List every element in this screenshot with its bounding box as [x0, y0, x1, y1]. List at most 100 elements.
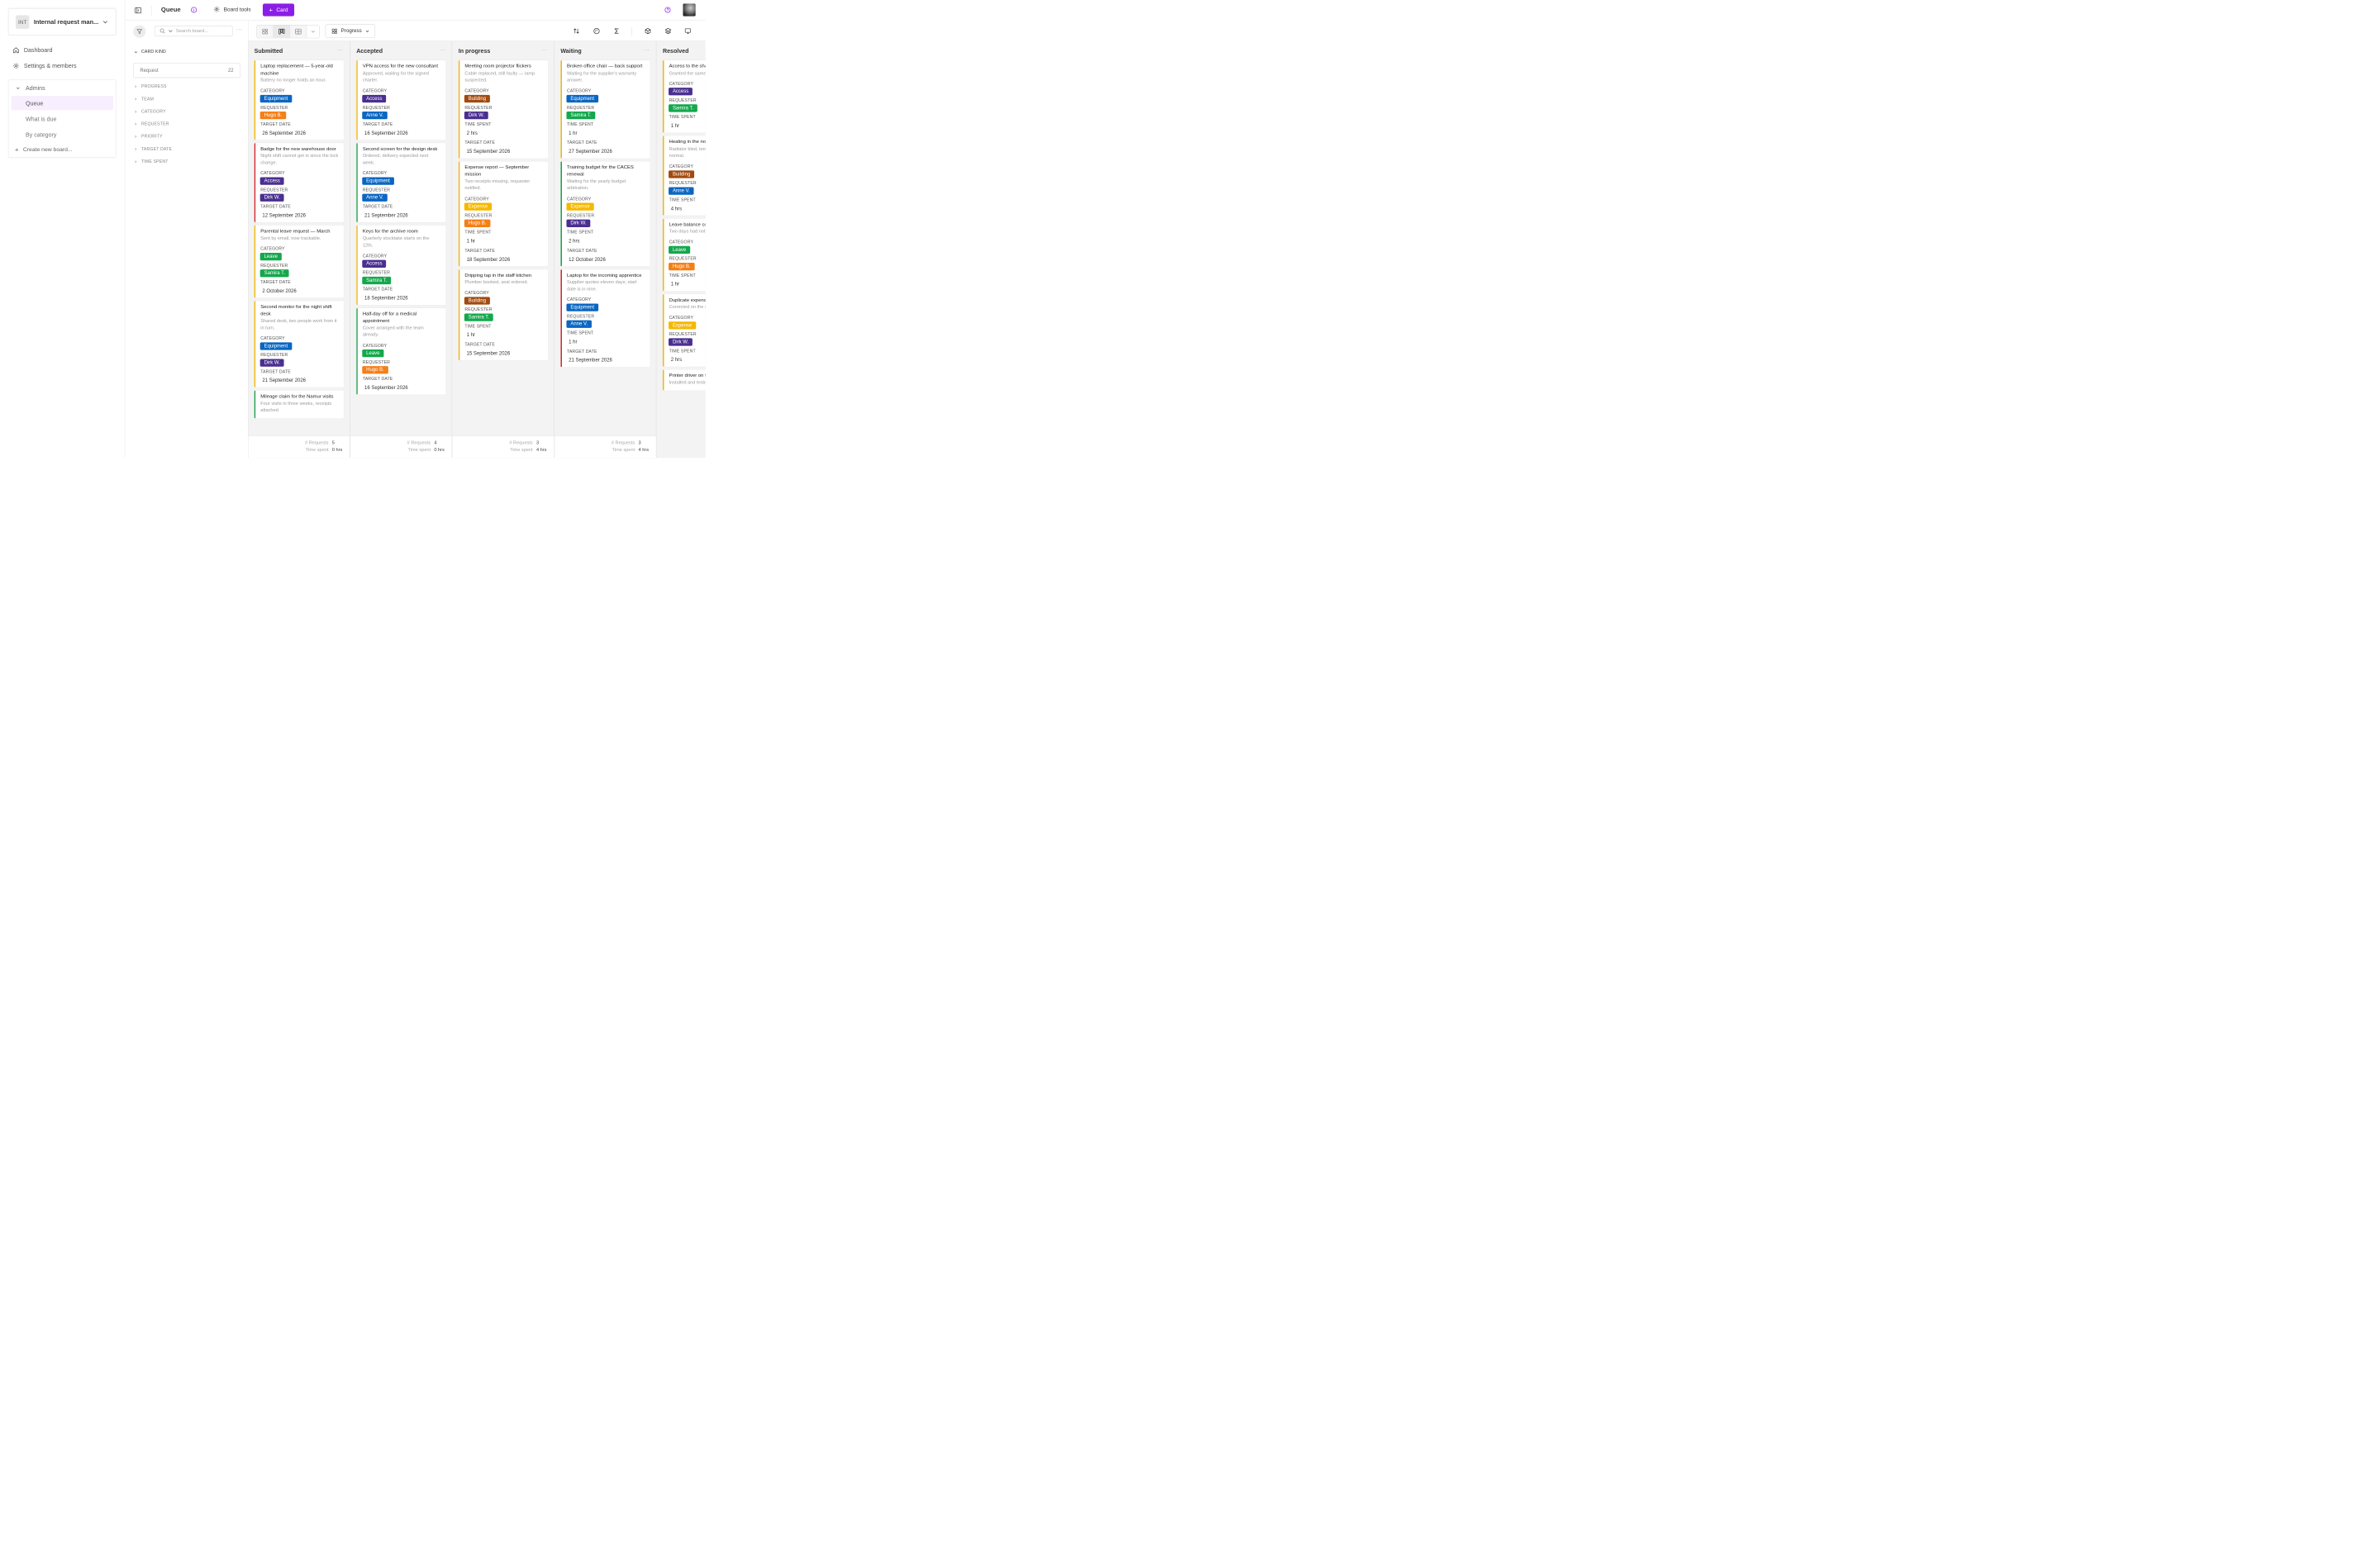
sidebar-item-queue[interactable]: Queue — [11, 95, 114, 111]
search-input[interactable] — [175, 28, 226, 34]
avatar[interactable] — [683, 3, 696, 17]
sum-icon[interactable] — [613, 27, 621, 35]
request-card[interactable]: Expense report — September mission Two re… — [458, 161, 549, 267]
card-description: Two receipts missing, requester notified… — [464, 178, 531, 191]
chevron-down-icon[interactable] — [168, 28, 174, 34]
request-card[interactable]: Broken office chair — back support Waitin… — [560, 59, 650, 159]
filter-group-target-date[interactable]: TARGET DATE — [134, 146, 172, 151]
request-card[interactable]: Half-day off for a medical appointment Co… — [356, 307, 446, 395]
more-options-icon[interactable]: ··· — [236, 27, 243, 33]
field-label-time-spent: TIME SPENT — [669, 273, 696, 278]
column-menu-icon[interactable]: ··· — [440, 48, 445, 53]
field-label-requester: REQUESTER — [669, 331, 697, 337]
chevron-right-icon — [135, 135, 137, 138]
summary-label: Time spent — [407, 447, 431, 453]
column-menu-icon[interactable]: ··· — [542, 48, 548, 53]
request-card[interactable]: Parental leave request — March Sent by em… — [254, 225, 344, 298]
request-card[interactable]: Second screen for the design desk Ordered… — [356, 142, 446, 222]
request-card[interactable]: VPN access for the new consultant Approve… — [356, 59, 446, 140]
card-title: Keys for the archive room — [362, 228, 418, 235]
requester-tag: Dirk W. — [566, 219, 591, 227]
kanban-view-button[interactable] — [274, 25, 291, 38]
filter-group-team[interactable]: TEAM — [134, 97, 154, 102]
layers-icon[interactable] — [664, 27, 672, 35]
request-card[interactable]: Training budget for the CACES renewal Wai… — [560, 161, 650, 267]
info-icon[interactable] — [191, 7, 198, 13]
request-card[interactable]: Printer driver on the PCs Installed and t… — [662, 369, 706, 391]
card-description: Waiting for the yearly budget arbitratio… — [566, 178, 626, 191]
field-label-target-date: TARGET DATE — [464, 140, 495, 145]
request-card[interactable]: Keys for the archive room Quarterly stock… — [356, 225, 446, 305]
column-waiting: Waiting ··· Broken office chair — back sup… — [555, 41, 657, 459]
request-card[interactable]: Laptop for the incoming apprentice Suppli… — [560, 269, 650, 368]
field-label-category: CATEGORY — [362, 170, 388, 176]
time-spent-value: 2 hrs — [670, 357, 683, 363]
request-card[interactable]: Laptop replacement — 5-year-old machine B… — [254, 59, 344, 140]
filter-group-progress[interactable]: PROGRESS — [134, 84, 166, 89]
sidebar-item-dashboard[interactable]: Dashboard — [12, 45, 52, 55]
card-title: Duplicate expense reimbursement — [669, 297, 706, 303]
card-description: Granted the same day. — [669, 70, 706, 76]
summary-value: 5 — [331, 440, 335, 445]
card-title: VPN access for the new consultant — [362, 63, 438, 69]
group-by-select[interactable]: Progress — [325, 24, 376, 38]
sidebar-item-settings[interactable]: Settings & members — [12, 60, 77, 71]
field-label-requester: REQUESTER — [669, 180, 697, 186]
help-icon[interactable] — [664, 7, 671, 13]
admins-group-toggle[interactable]: Admins — [16, 84, 45, 92]
target-date-value: 21 September 2026 — [569, 357, 612, 364]
field-label-category: CATEGORY — [464, 196, 489, 202]
workspace-switcher[interactable]: INT Internal request man... — [7, 7, 117, 36]
card-description: Corrected on the next payslip. — [669, 304, 706, 310]
summary-value: 0 hrs — [434, 447, 445, 453]
filter-group-priority[interactable]: PRIORITY — [134, 134, 163, 139]
monitor-icon[interactable] — [684, 27, 692, 35]
request-card[interactable]: Meeting room projector flickers Cable rep… — [458, 59, 549, 159]
chevron-down-icon — [102, 21, 107, 24]
request-card[interactable]: Leave balance correction Two days had not… — [662, 218, 706, 291]
card-title: Badge for the new warehouse door — [260, 145, 336, 152]
sidebar-item-what-is-due[interactable]: What is due — [12, 112, 114, 126]
table-view-button[interactable] — [290, 25, 307, 38]
request-card[interactable]: Heating in the north officeRadiator bled… — [662, 135, 706, 216]
filter-group-time-spent[interactable]: TIME SPENT — [134, 159, 168, 164]
box-icon[interactable] — [645, 27, 652, 35]
card-list: Access to the shared folderGranted the s… — [662, 59, 706, 393]
table-icon — [295, 28, 302, 35]
request-card[interactable]: Second monitor for the night shift desk S… — [254, 301, 344, 387]
request-card[interactable]: Access to the shared folderGranted the s… — [662, 59, 706, 133]
workspace-name: Internal request man... — [33, 18, 99, 26]
filter-group-requester[interactable]: REQUESTER — [134, 121, 169, 126]
grid-view-button[interactable] — [256, 25, 274, 38]
filter-option-request[interactable]: Request 22 — [133, 63, 240, 78]
filter-group-label: TEAM — [140, 96, 154, 102]
admins-group: Admins Queue What is due By category + C… — [7, 79, 117, 159]
filter-button[interactable] — [133, 25, 146, 38]
filter-section-card-kind[interactable]: CARD KIND — [134, 50, 166, 55]
search-box[interactable] — [155, 26, 233, 37]
request-card[interactable]: Dripping tap in the staff kitchen Plumber… — [458, 269, 549, 360]
request-card[interactable]: Badge for the new warehouse door Night sh… — [254, 142, 344, 222]
sidebar-toggle-icon[interactable] — [134, 7, 142, 15]
sidebar-item-by-category[interactable]: By category — [12, 127, 114, 141]
summary-value: 4 — [434, 440, 437, 445]
sort-icon[interactable] — [573, 27, 580, 35]
add-card-button[interactable]: + Card — [262, 3, 295, 17]
view-dropdown-button[interactable] — [307, 25, 320, 38]
field-label-category: CATEGORY — [260, 88, 285, 93]
field-label-time-spent: TIME SPENT — [464, 323, 492, 329]
filter-group-category[interactable]: CATEGORY — [134, 109, 166, 114]
field-label-requester: REQUESTER — [260, 352, 288, 358]
field-label-category: CATEGORY — [566, 88, 592, 93]
field-label-requester: REQUESTER — [669, 97, 697, 103]
create-board-button[interactable]: + Create new board... — [15, 145, 73, 153]
request-card[interactable]: Mileage claim for the Namur visits Four v… — [254, 390, 344, 419]
board-tools-button[interactable]: Board tools — [213, 6, 251, 12]
column-menu-icon[interactable]: ··· — [337, 48, 343, 53]
request-card[interactable]: Duplicate expense reimbursementCorrected… — [662, 293, 706, 367]
column-menu-icon[interactable]: ··· — [644, 48, 650, 53]
color-palette-icon[interactable] — [593, 27, 601, 35]
summary-value: 4 hrs — [638, 447, 650, 453]
column-submitted: Submitted ··· Laptop replacement — 5-year-… — [248, 41, 350, 459]
category-tag: Equipment — [259, 342, 293, 350]
